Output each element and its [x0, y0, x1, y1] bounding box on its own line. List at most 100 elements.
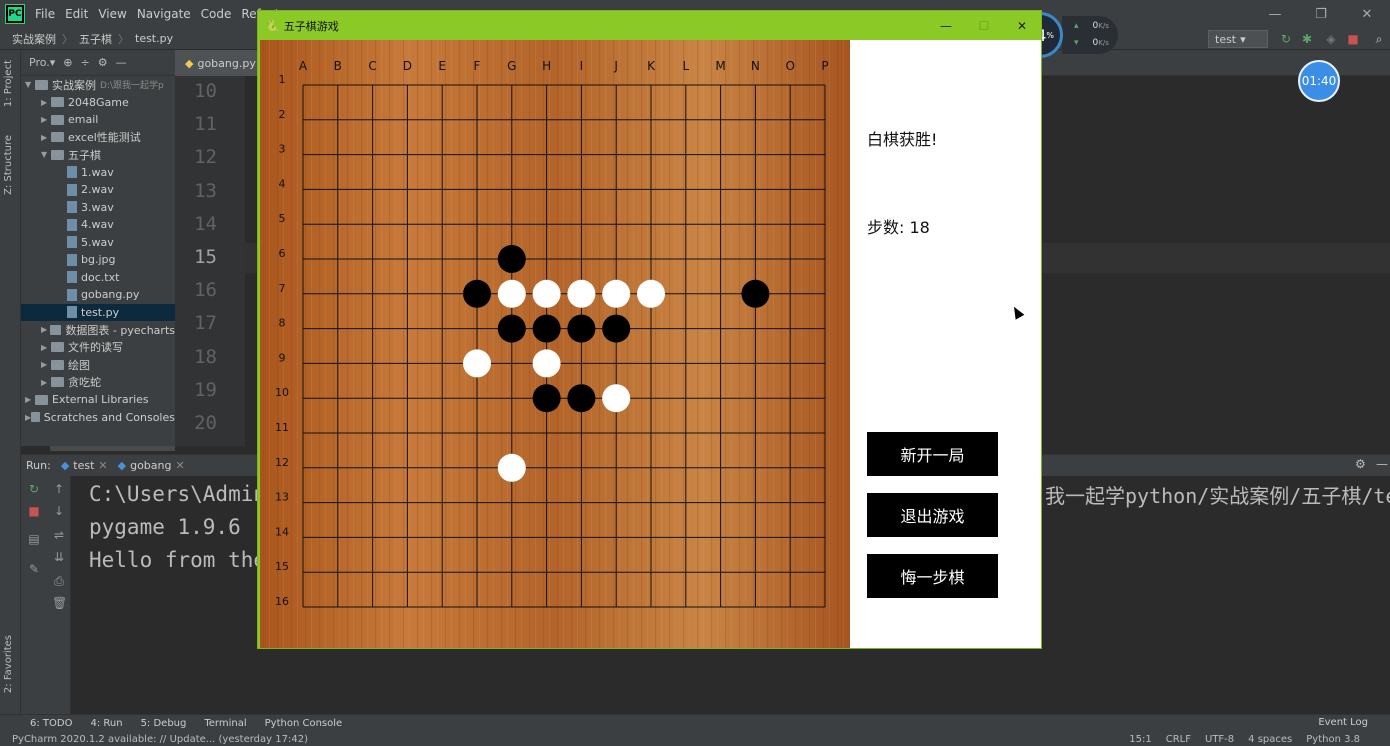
chevron-right-icon[interactable]: ▶: [25, 395, 35, 404]
chevron-right-icon[interactable]: ▶: [41, 360, 51, 369]
run-config-select[interactable]: test ▾: [1208, 30, 1268, 48]
project-view-select[interactable]: Pro.▾: [29, 56, 55, 69]
chevron-right-icon[interactable]: ▶: [41, 325, 50, 334]
game-board[interactable]: A B C D E F G H I J K L M N O P 1 2 3 4 5 6 7 8 9 10 11 12 13 14 15 16: [260, 40, 850, 648]
tree-folder-item[interactable]: ▼ 五子棋: [21, 146, 175, 164]
event-log-tab[interactable]: Event Log: [1318, 717, 1368, 728]
stop-icon[interactable]: ■: [27, 504, 41, 518]
python-file-icon: ◆: [185, 56, 194, 70]
rerun-icon[interactable]: ↻: [1279, 32, 1293, 46]
minimize-icon[interactable]: —: [1252, 0, 1298, 28]
indent-setting[interactable]: 4 spaces: [1248, 734, 1292, 745]
gear-icon[interactable]: ⚙: [1355, 457, 1366, 471]
menu-navigate[interactable]: Navigate: [132, 7, 196, 21]
tree-folder-item[interactable]: ▶ 2048Game: [21, 94, 175, 112]
close-icon[interactable]: ✕: [1344, 0, 1390, 28]
tree-folder-item[interactable]: ▼ 实战案例 D:\跟我一起学p: [21, 76, 175, 94]
tree-folder-item[interactable]: ▶ 文件的读写: [21, 339, 175, 357]
tree-file-item[interactable]: 5.wav: [21, 234, 175, 252]
tree-folder-item[interactable]: ▶ 绘图: [21, 356, 175, 374]
breadcrumb-folder[interactable]: 五子棋: [79, 31, 112, 47]
coverage-icon[interactable]: ◈: [1324, 32, 1338, 46]
tree-file-item[interactable]: bg.jpg: [21, 251, 175, 269]
run-tab[interactable]: 4: Run: [90, 718, 122, 729]
close-icon[interactable]: ✕: [175, 459, 184, 472]
quit-game-button[interactable]: 退出游戏: [867, 493, 998, 537]
chevron-down-icon[interactable]: ▼: [41, 150, 51, 159]
tree-file-item[interactable]: 2.wav: [21, 181, 175, 199]
tree-folder-item[interactable]: ▶ 数据图表 - pyecharts: [21, 321, 175, 339]
black-stone: [602, 314, 631, 343]
minimize-icon[interactable]: —: [927, 11, 965, 40]
board-svg[interactable]: A B C D E F G H I J K L M N O P12345678910111213141516: [260, 40, 850, 648]
structure-tool-tab[interactable]: Z: Structure: [3, 135, 14, 195]
tree-folder-item[interactable]: ▶ excel性能测试: [21, 129, 175, 147]
rerun-icon[interactable]: ↻: [27, 482, 41, 496]
debug-tab[interactable]: 5: Debug: [141, 718, 187, 729]
print-icon[interactable]: ⎙: [52, 574, 66, 589]
chevron-right-icon[interactable]: ▶: [41, 115, 51, 124]
gear-icon[interactable]: ⚙: [98, 56, 108, 69]
run-tab-gobang[interactable]: ◆ gobang ✕: [118, 459, 185, 472]
tree-file-item[interactable]: 3.wav: [21, 199, 175, 217]
target-icon[interactable]: ⊕: [63, 56, 72, 69]
tab-label: gobang.py: [197, 56, 256, 70]
arrow-up-icon[interactable]: ↑: [52, 482, 66, 496]
new-game-button[interactable]: 新开一局: [867, 432, 998, 476]
layout-icon[interactable]: ▤: [27, 532, 41, 546]
project-tool-tab[interactable]: 1: Project: [3, 60, 14, 107]
chevron-right-icon[interactable]: ▶: [41, 378, 51, 387]
undo-move-button[interactable]: 悔一步棋: [867, 554, 998, 598]
trash-icon[interactable]: 🗑: [52, 596, 67, 610]
recording-timer[interactable]: 01:40: [1298, 60, 1340, 102]
menu-code[interactable]: Code: [196, 7, 237, 21]
chevron-right-icon[interactable]: ▶: [41, 133, 51, 142]
menu-view[interactable]: View: [93, 7, 131, 21]
interpreter[interactable]: Python 3.8: [1306, 734, 1360, 745]
collapse-icon[interactable]: ÷: [81, 56, 90, 69]
favorites-tool-tab[interactable]: 2: Favorites: [3, 635, 14, 693]
search-icon[interactable]: ⌕: [1372, 32, 1386, 46]
folder-icon: [51, 377, 64, 388]
todo-tab[interactable]: 6: TODO: [30, 718, 72, 729]
encoding[interactable]: UTF-8: [1205, 734, 1234, 745]
arrow-down-icon[interactable]: ↓: [52, 504, 66, 518]
column-label: N: [751, 59, 760, 73]
close-icon[interactable]: ✕: [98, 459, 107, 472]
breadcrumb-root[interactable]: 实战案例: [12, 31, 56, 47]
soft-wrap-icon[interactable]: ⇌: [52, 528, 66, 542]
caret-position[interactable]: 15:1: [1129, 734, 1151, 745]
tab-gobang-py[interactable]: ◆ gobang.py: [175, 50, 266, 76]
update-notice[interactable]: PyCharm 2020.1.2 available: // Update...…: [12, 734, 308, 745]
debug-icon[interactable]: ✱: [1300, 32, 1314, 46]
scroll-end-icon[interactable]: ⇊: [52, 550, 66, 564]
chevron-down-icon[interactable]: ▼: [25, 80, 35, 89]
tree-file-item[interactable]: doc.txt: [21, 269, 175, 287]
tree-folder-item[interactable]: ▶ email: [21, 111, 175, 129]
chevron-right-icon[interactable]: ▶: [41, 343, 51, 352]
breadcrumb-file[interactable]: test.py: [135, 32, 173, 45]
chevron-right-icon[interactable]: ▶: [41, 98, 51, 107]
stop-icon[interactable]: ■: [1346, 32, 1360, 46]
tree-folder-item[interactable]: ▶ 贪吃蛇: [21, 374, 175, 392]
hide-icon[interactable]: —: [116, 56, 127, 69]
hide-icon[interactable]: —: [1376, 457, 1388, 471]
tree-file-item[interactable]: 1.wav: [21, 164, 175, 182]
close-icon[interactable]: ✕: [1003, 11, 1041, 40]
terminal-tab[interactable]: Terminal: [204, 718, 246, 729]
run-tab-test[interactable]: ◆ test ✕: [61, 459, 108, 472]
tree-file-item[interactable]: 4.wav: [21, 216, 175, 234]
tree-lib-item[interactable]: ▶ Scratches and Consoles: [21, 409, 175, 427]
maximize-icon[interactable]: ☐: [965, 11, 1003, 40]
tree-file-item[interactable]: gobang.py: [21, 286, 175, 304]
menu-edit[interactable]: Edit: [60, 7, 93, 21]
restore-icon[interactable]: ❐: [1298, 0, 1344, 28]
row-label: 3: [279, 143, 286, 156]
line-separator[interactable]: CRLF: [1166, 734, 1191, 745]
python-console-tab[interactable]: Python Console: [265, 718, 343, 729]
tree-file-item[interactable]: test.py: [21, 303, 175, 321]
horizontal-scrollbar[interactable]: [50, 446, 175, 451]
tree-lib-item[interactable]: ▶ External Libraries: [21, 391, 175, 409]
pin-icon[interactable]: ✎: [27, 562, 41, 576]
menu-file[interactable]: File: [30, 7, 60, 21]
